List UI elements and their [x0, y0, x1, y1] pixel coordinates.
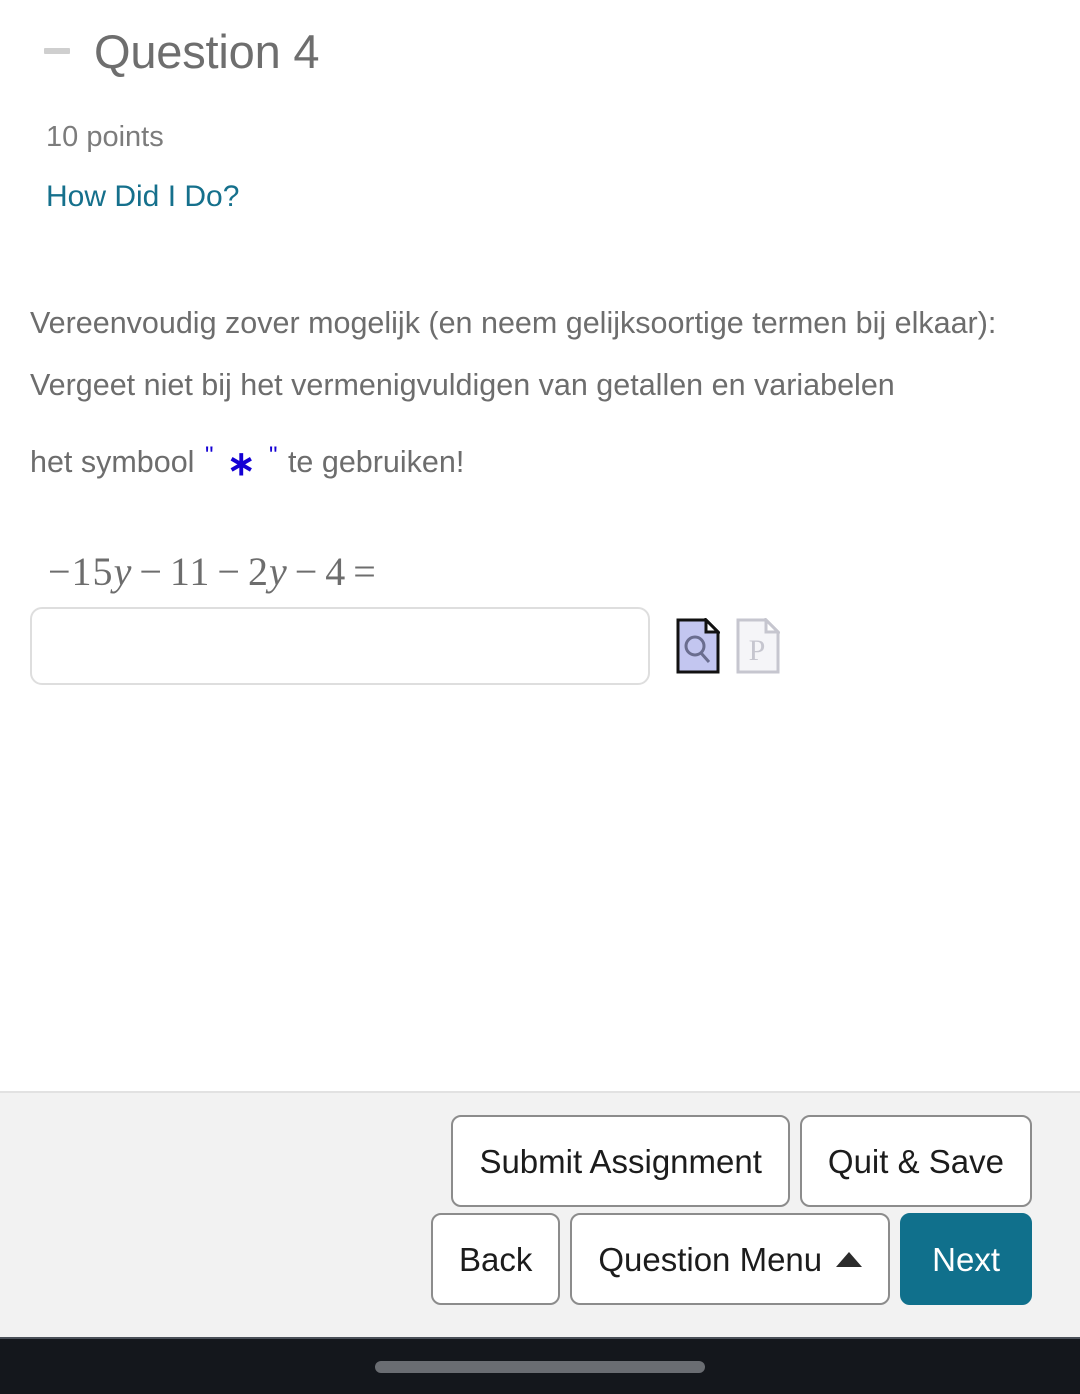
submit-assignment-button[interactable]: Submit Assignment [451, 1115, 790, 1208]
back-button[interactable]: Back [430, 1213, 561, 1306]
answer-row: P [30, 607, 1080, 686]
preview-answer-icon[interactable] [676, 618, 720, 674]
question-menu-button[interactable]: Question Menu [570, 1213, 891, 1306]
question-line-1: Vereenvoudig zover mogelijk (en neem gel… [30, 305, 997, 340]
assignment-toolbar: Submit Assignment Quit & Save Back Quest… [0, 1091, 1080, 1337]
toolbar-row-secondary: Back Question Menu Next [430, 1213, 1032, 1306]
math-expression: −15y −11−2y −4 = [48, 548, 1080, 595]
toolbar-row-primary: Submit Assignment Quit & Save [451, 1115, 1032, 1208]
question-text: Vereenvoudig zover mogelijk (en neem gel… [30, 301, 1050, 485]
system-navigation-bar [0, 1337, 1080, 1394]
math-token: − [139, 549, 163, 595]
math-token: 11 [169, 549, 211, 595]
question-line-3-before: het symbool [30, 444, 195, 479]
asterisk-symbol: ∗ [226, 444, 256, 483]
question-line-2: Vergeet niet bij het vermenigvuldigen va… [30, 368, 895, 403]
question-header: Question 4 [0, 0, 1080, 80]
minus-icon[interactable] [44, 48, 70, 54]
question-menu-label: Question Menu [598, 1240, 823, 1278]
caret-up-icon [836, 1251, 863, 1267]
palette-icon: P [736, 618, 780, 674]
math-token: − [217, 549, 241, 595]
svg-text:P: P [749, 634, 766, 667]
gesture-pill-handle[interactable] [375, 1360, 705, 1373]
how-did-i-do-link[interactable]: How Did I Do? [46, 180, 239, 213]
math-token: −15 [48, 549, 114, 595]
question-line-3: het symbool " ∗ " te gebruiken! [30, 438, 1050, 485]
math-token: − [294, 549, 319, 595]
page-title: Question 4 [94, 24, 320, 78]
answer-input[interactable] [30, 607, 650, 686]
math-token: 4 [325, 549, 347, 595]
math-token: y [268, 549, 288, 595]
quit-and-save-button[interactable]: Quit & Save [799, 1115, 1032, 1208]
question-page: Question 4 10 points How Did I Do? Veree… [0, 0, 1080, 1394]
quote-close: " [268, 441, 278, 469]
math-token: 2 [247, 549, 269, 595]
quote-open: " [204, 441, 214, 469]
math-token: y [113, 549, 133, 595]
question-line-3-after: te gebruiken! [287, 444, 465, 479]
next-button[interactable]: Next [900, 1213, 1032, 1306]
question-content: Question 4 10 points How Did I Do? Veree… [0, 0, 1080, 1092]
points-label: 10 points [46, 121, 164, 153]
math-token: = [353, 549, 377, 595]
